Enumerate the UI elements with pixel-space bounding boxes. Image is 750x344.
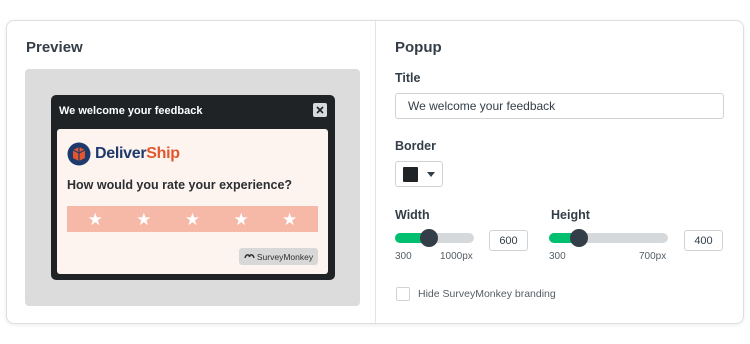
surveymonkey-logo-icon: [244, 254, 255, 259]
popup-heading: Popup: [395, 39, 442, 56]
preview-heading: Preview: [26, 39, 83, 56]
star-rating: ★ ★ ★ ★ ★: [67, 206, 318, 232]
close-icon[interactable]: [313, 103, 327, 117]
star-icon[interactable]: ★: [136, 211, 151, 228]
width-max-label: 1000px: [440, 251, 473, 262]
star-icon[interactable]: ★: [282, 211, 297, 228]
width-input[interactable]: [489, 230, 528, 251]
panel-divider: [375, 21, 376, 323]
deliverbox-logo-icon: [67, 142, 91, 166]
chevron-down-icon: [427, 172, 435, 177]
hide-branding-label: Hide SurveyMonkey branding: [418, 288, 556, 300]
height-slider[interactable]: [549, 229, 668, 247]
star-icon[interactable]: ★: [185, 211, 200, 228]
width-slider-handle[interactable]: [420, 229, 438, 247]
star-icon[interactable]: ★: [233, 211, 248, 228]
title-input[interactable]: [395, 93, 724, 119]
surveymonkey-badge: SurveyMonkey: [239, 248, 318, 265]
popup-header-title: We welcome your feedback: [59, 105, 203, 117]
height-label: Height: [551, 208, 590, 222]
brand-name-part2: Ship: [146, 145, 180, 162]
brand-name-part1: Deliver: [95, 145, 147, 162]
star-icon[interactable]: ★: [88, 211, 103, 228]
height-slider-handle[interactable]: [570, 229, 588, 247]
surveymonkey-badge-label: SurveyMonkey: [256, 251, 314, 262]
width-label: Width: [395, 208, 430, 222]
border-color-picker[interactable]: [395, 161, 443, 187]
brand-name: DeliverShip: [95, 145, 180, 163]
border-label: Border: [395, 139, 436, 153]
height-min-label: 300: [549, 251, 566, 262]
border-color-swatch: [403, 167, 418, 182]
width-min-label: 300: [395, 251, 412, 262]
title-label: Title: [395, 71, 421, 85]
height-max-label: 700px: [639, 251, 667, 262]
survey-question: How would you rate your experience?: [67, 178, 293, 192]
width-slider[interactable]: [395, 229, 474, 247]
hide-branding-checkbox[interactable]: [396, 287, 410, 301]
height-input[interactable]: [684, 230, 723, 251]
